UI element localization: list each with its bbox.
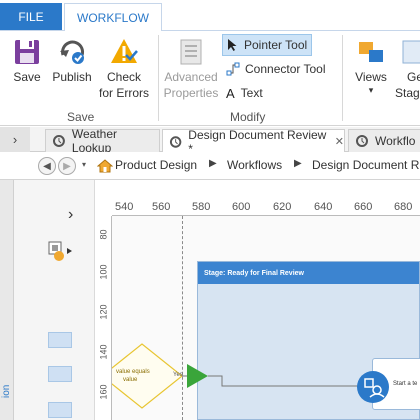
publish-label: Publish [52, 70, 92, 84]
group-label-modify: Modify [230, 110, 266, 124]
workflow-icon [169, 135, 182, 148]
start-arrow-icon[interactable] [187, 364, 208, 388]
history-dropdown-icon[interactable]: ▾ [82, 160, 86, 169]
ribbon-divider [158, 35, 159, 121]
group-label-save: Save [67, 110, 95, 124]
save-label: Save [13, 70, 41, 84]
advanced-label-1: Advanced [164, 70, 218, 84]
generate-stage-button[interactable]: Ge Stag [395, 37, 420, 101]
advanced-label-2: Properties [163, 86, 219, 100]
views-icon [359, 42, 383, 62]
connector-icon [226, 62, 240, 76]
shape-thumbnail[interactable] [48, 366, 72, 382]
home-icon[interactable] [97, 158, 113, 174]
stage-icon [402, 40, 420, 64]
ruler-tick: 120 [98, 304, 109, 320]
shape-thumbnail[interactable] [48, 332, 72, 348]
shape-gallery-icon[interactable] [48, 240, 74, 262]
pointer-icon [228, 39, 237, 51]
ruler-tick: 620 [273, 201, 292, 213]
ruler-tick: 680 [394, 201, 413, 213]
tab-file[interactable]: FILE [0, 3, 62, 30]
breadcrumb-item-product-design[interactable]: Product Design [115, 158, 197, 172]
check-for-errors-button[interactable]: Check for Errors [96, 37, 152, 101]
publish-button[interactable]: Publish [50, 37, 94, 85]
task-label: Start a te [393, 381, 418, 387]
doc-tab-workflow[interactable]: Workflo [348, 129, 420, 152]
connector-tool-button[interactable]: Connector Tool [222, 58, 330, 80]
back-arrow-icon[interactable]: ◀ [38, 157, 56, 175]
pointer-tool-button[interactable]: Pointer Tool [222, 34, 313, 56]
ruler-tick: 560 [152, 201, 171, 213]
ruler-tick: 660 [354, 201, 373, 213]
generate-stage-label-2: Stag [395, 86, 420, 100]
ruler-tick: 140 [98, 344, 109, 360]
floppy-disk-icon [15, 40, 39, 64]
publish-icon [60, 40, 85, 64]
ruler-tick: 580 [192, 201, 211, 213]
condition-label-1: value equals [116, 369, 150, 375]
ruler-tick: 100 [98, 264, 109, 280]
check-errors-label-1: Check [106, 70, 141, 84]
generate-stage-label-1: Ge [407, 70, 420, 84]
close-icon[interactable]: ✕ [335, 135, 344, 148]
side-rail-label: ion [1, 384, 12, 398]
ruler-tick: 540 [115, 201, 134, 213]
tab-workflow[interactable]: WORKFLOW [64, 3, 162, 31]
breadcrumb-separator-icon: ▶ [209, 158, 217, 169]
condition-diamond[interactable] [112, 343, 183, 409]
ribbon: Save Publish Check for Errors Save Advan… [0, 30, 420, 126]
chevron-right-icon[interactable]: › [0, 127, 30, 152]
ruler-tick: 640 [314, 201, 333, 213]
breadcrumb: ◀ ▶ ▾ Product Design ▶ Workflows ▶ Desig… [0, 152, 420, 180]
views-button[interactable]: Views ▾ [352, 37, 390, 95]
shape-thumbnail[interactable] [48, 402, 72, 418]
views-dropdown-arrow: ▾ [368, 85, 374, 95]
ribbon-tab-bar: FILE WORKFLOW [0, 0, 420, 31]
breadcrumb-item-design-document-review[interactable]: Design Document R [312, 158, 419, 172]
connector-tool-label: Connector Tool [245, 62, 326, 76]
advanced-properties-button[interactable]: Advanced Properties [160, 37, 222, 101]
ruler-tick: 160 [98, 384, 109, 400]
condition-yes-label: Yes [173, 372, 183, 378]
horizontal-ruler: 540 560 580 600 620 640 660 680 [112, 198, 420, 216]
workflow-icon [52, 135, 65, 147]
breadcrumb-separator-icon: ▶ [294, 158, 302, 169]
forward-arrow-icon[interactable]: ▶ [58, 157, 76, 175]
warning-icon [111, 39, 138, 63]
views-label: Views [355, 70, 387, 84]
check-errors-label-2: for Errors [98, 86, 149, 100]
ruler-tick: 80 [98, 229, 109, 240]
text-tool-icon: A [226, 85, 235, 101]
doc-tab-label: Weather Lookup [71, 127, 118, 155]
doc-tab-design-document-review[interactable]: Design Document Review * ✕ [162, 128, 345, 156]
condition-label-2: value [123, 377, 138, 383]
side-rail[interactable]: ion [0, 180, 14, 420]
ribbon-divider [342, 35, 343, 121]
document-tab-bar: › Weather Lookup Design Document Review … [0, 127, 420, 156]
pointer-tool-label: Pointer Tool [244, 38, 308, 52]
ruler-tick: 600 [232, 201, 251, 213]
doc-tab-weather-lookup[interactable]: Weather Lookup [45, 127, 160, 155]
task-icon[interactable] [356, 370, 390, 404]
doc-tab-label: Workflo [375, 134, 416, 148]
breadcrumb-item-workflows[interactable]: Workflows [227, 158, 282, 172]
chevron-right-icon[interactable]: › [68, 206, 73, 224]
workflow-icon [356, 135, 368, 147]
text-tool-button[interactable]: A Text [222, 82, 267, 104]
vertical-ruler: 80 100 120 140 160 [95, 216, 112, 420]
text-tool-label: Text [240, 86, 263, 100]
shapes-panel: › [0, 180, 95, 420]
save-button[interactable]: Save [12, 37, 42, 85]
properties-icon [180, 39, 202, 65]
